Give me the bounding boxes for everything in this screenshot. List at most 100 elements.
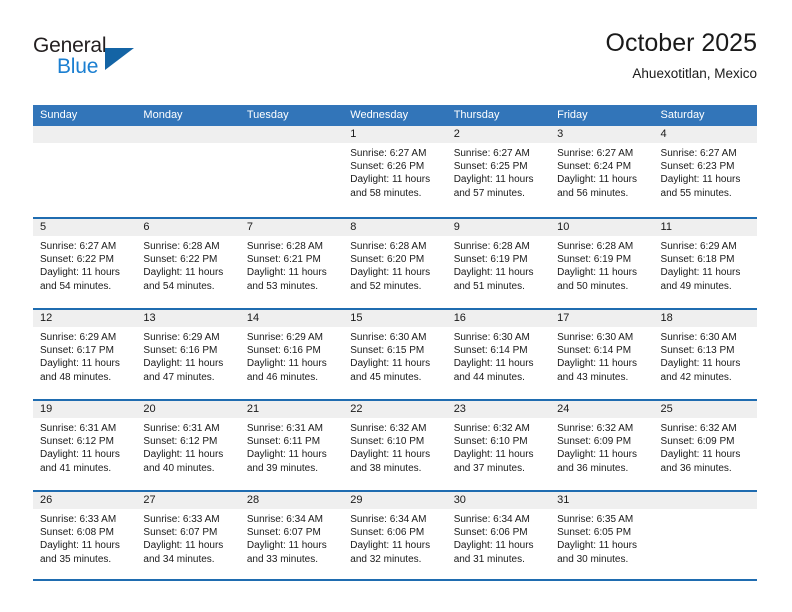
sunrise-text: Sunrise: 6:30 AM xyxy=(453,332,530,343)
calendar-day-cell[interactable]: 31 Sunrise: 6:35 AM Sunset: 6:05 PM Dayligh… xyxy=(550,492,654,579)
day-number: 22 xyxy=(343,401,447,418)
day-number xyxy=(653,492,757,509)
weekday-header-wednesday: Wednesday xyxy=(350,109,409,121)
calendar-day-cell[interactable]: 4 Sunrise: 6:27 AM Sunset: 6:23 PM Daylight… xyxy=(653,126,757,217)
day-details: Sunrise: 6:31 AM Sunset: 6:12 PM Daylight:… xyxy=(33,418,136,475)
sunset-text: Sunset: 6:09 PM xyxy=(660,436,735,448)
day-number: 3 xyxy=(550,126,654,143)
calendar-day-cell[interactable]: 24 Sunrise: 6:32 AM Sunset: 6:09 PM Dayligh… xyxy=(550,401,654,490)
daylight-text: Daylight: 11 hours and 49 minutes. xyxy=(660,267,741,292)
day-details: Sunrise: 6:29 AM Sunset: 6:16 PM Daylight:… xyxy=(136,327,239,384)
sunset-text: Sunset: 6:26 PM xyxy=(350,161,425,173)
day-number: 13 xyxy=(136,310,240,327)
daylight-text: Daylight: 11 hours and 54 minutes. xyxy=(40,267,120,292)
sunrise-text: Sunrise: 6:29 AM xyxy=(660,241,737,252)
calendar-day-cell[interactable]: 14 Sunrise: 6:29 AM Sunset: 6:16 PM Dayligh… xyxy=(239,310,344,399)
weekday-header-monday: Monday xyxy=(143,109,183,121)
calendar-day-cell[interactable]: 15 Sunrise: 6:30 AM Sunset: 6:15 PM Dayligh… xyxy=(343,310,447,399)
calendar-day-cell[interactable]: 6 Sunrise: 6:28 AM Sunset: 6:22 PM Daylight… xyxy=(136,219,240,308)
sunset-text: Sunset: 6:10 PM xyxy=(350,436,425,448)
daylight-text: Daylight: 11 hours and 47 minutes. xyxy=(143,358,224,383)
calendar-day-cell[interactable]: 20 Sunrise: 6:31 AM Sunset: 6:12 PM Dayligh… xyxy=(136,401,240,490)
day-details: Sunrise: 6:27 AM Sunset: 6:26 PM Daylight:… xyxy=(343,143,446,200)
day-number: 27 xyxy=(136,492,240,509)
calendar-day-cell[interactable]: 13 Sunrise: 6:29 AM Sunset: 6:16 PM Dayligh… xyxy=(136,310,240,399)
calendar-day-cell[interactable]: 8 Sunrise: 6:28 AM Sunset: 6:20 PM Daylight… xyxy=(343,219,447,308)
sunrise-text: Sunrise: 6:30 AM xyxy=(557,332,634,343)
daylight-text: Daylight: 11 hours and 42 minutes. xyxy=(660,358,741,383)
sunrise-text: Sunrise: 6:28 AM xyxy=(350,241,427,252)
calendar-day-cell[interactable]: 21 Sunrise: 6:31 AM Sunset: 6:11 PM Dayligh… xyxy=(239,401,344,490)
sunrise-text: Sunrise: 6:30 AM xyxy=(660,332,737,343)
calendar-day-cell[interactable]: 2 Sunrise: 6:27 AM Sunset: 6:25 PM Daylight… xyxy=(446,126,551,217)
day-details: Sunrise: 6:30 AM Sunset: 6:14 PM Daylight:… xyxy=(447,327,550,384)
sunset-text: Sunset: 6:14 PM xyxy=(453,345,528,357)
sunset-text: Sunset: 6:05 PM xyxy=(557,527,632,539)
day-details: Sunrise: 6:29 AM Sunset: 6:17 PM Daylight:… xyxy=(33,327,136,384)
sunrise-text: Sunrise: 6:29 AM xyxy=(40,332,117,343)
calendar-day-cell[interactable]: 27 Sunrise: 6:33 AM Sunset: 6:07 PM Dayligh… xyxy=(136,492,240,579)
day-details: Sunrise: 6:31 AM Sunset: 6:11 PM Daylight:… xyxy=(240,418,343,475)
calendar-week-row: 1 Sunrise: 6:27 AM Sunset: 6:26 PM Daylight… xyxy=(33,126,757,217)
sunrise-text: Sunrise: 6:33 AM xyxy=(143,514,220,525)
calendar-week-row: 26 Sunrise: 6:33 AM Sunset: 6:08 PM Dayligh… xyxy=(33,490,757,581)
weekday-header-tuesday: Tuesday xyxy=(246,109,289,121)
calendar-day-cell[interactable]: 26 Sunrise: 6:33 AM Sunset: 6:08 PM Dayligh… xyxy=(33,492,137,579)
day-details: Sunrise: 6:28 AM Sunset: 6:22 PM Daylight:… xyxy=(136,236,239,293)
day-number: 6 xyxy=(136,219,240,236)
sunrise-text: Sunrise: 6:29 AM xyxy=(246,332,323,343)
daylight-text: Daylight: 11 hours and 30 minutes. xyxy=(557,540,637,565)
sunset-text: Sunset: 6:10 PM xyxy=(453,436,528,448)
calendar-day-cell[interactable]: 10 Sunrise: 6:28 AM Sunset: 6:19 PM Dayligh… xyxy=(550,219,654,308)
sunrise-text: Sunrise: 6:27 AM xyxy=(350,148,427,159)
sunset-text: Sunset: 6:09 PM xyxy=(557,436,632,448)
calendar-day-cell[interactable]: 16 Sunrise: 6:30 AM Sunset: 6:14 PM Dayligh… xyxy=(446,310,551,399)
sunset-text: Sunset: 6:25 PM xyxy=(453,161,528,173)
day-details: Sunrise: 6:32 AM Sunset: 6:09 PM Daylight:… xyxy=(550,418,653,475)
calendar-weeks: 1 Sunrise: 6:27 AM Sunset: 6:26 PM Daylight… xyxy=(33,126,757,581)
daylight-text: Daylight: 11 hours and 55 minutes. xyxy=(660,174,741,199)
daylight-text: Daylight: 11 hours and 45 minutes. xyxy=(350,358,431,383)
sunset-text: Sunset: 6:12 PM xyxy=(40,436,114,448)
sunrise-text: Sunrise: 6:28 AM xyxy=(453,241,530,252)
day-number: 9 xyxy=(446,219,551,236)
day-number: 19 xyxy=(33,401,137,418)
day-number: 28 xyxy=(239,492,344,509)
calendar-day-cell[interactable]: 1 Sunrise: 6:27 AM Sunset: 6:26 PM Daylight… xyxy=(343,126,447,217)
calendar-week-row: 19 Sunrise: 6:31 AM Sunset: 6:12 PM Dayligh… xyxy=(33,399,757,490)
calendar-day-cell[interactable]: 18 Sunrise: 6:30 AM Sunset: 6:13 PM Dayligh… xyxy=(653,310,757,399)
day-details: Sunrise: 6:27 AM Sunset: 6:22 PM Daylight:… xyxy=(33,236,136,293)
sunrise-text: Sunrise: 6:32 AM xyxy=(453,423,530,434)
day-details: Sunrise: 6:28 AM Sunset: 6:19 PM Daylight:… xyxy=(447,236,550,293)
calendar-day-cell[interactable]: 5 Sunrise: 6:27 AM Sunset: 6:22 PM Daylight… xyxy=(33,219,137,308)
day-details: Sunrise: 6:32 AM Sunset: 6:10 PM Daylight:… xyxy=(447,418,550,475)
calendar-day-cell[interactable]: 28 Sunrise: 6:34 AM Sunset: 6:07 PM Dayligh… xyxy=(239,492,344,579)
calendar-day-cell[interactable]: 23 Sunrise: 6:32 AM Sunset: 6:10 PM Dayligh… xyxy=(446,401,551,490)
calendar-day-cell[interactable]: 30 Sunrise: 6:34 AM Sunset: 6:06 PM Dayligh… xyxy=(446,492,551,579)
calendar-day-cell[interactable]: 3 Sunrise: 6:27 AM Sunset: 6:24 PM Daylight… xyxy=(550,126,654,217)
calendar-day-cell[interactable]: 12 Sunrise: 6:29 AM Sunset: 6:17 PM Dayligh… xyxy=(33,310,137,399)
day-details: Sunrise: 6:33 AM Sunset: 6:07 PM Daylight:… xyxy=(136,509,239,566)
calendar-day-cell[interactable]: 11 Sunrise: 6:29 AM Sunset: 6:18 PM Dayligh… xyxy=(653,219,757,308)
sunset-text: Sunset: 6:22 PM xyxy=(40,254,114,266)
title-block: October 2025 Ahuexotitlan, Mexico xyxy=(606,28,758,84)
day-number: 10 xyxy=(550,219,654,236)
sunset-text: Sunset: 6:20 PM xyxy=(350,254,425,266)
calendar-day-cell[interactable]: 17 Sunrise: 6:30 AM Sunset: 6:14 PM Dayligh… xyxy=(550,310,654,399)
daylight-text: Daylight: 11 hours and 44 minutes. xyxy=(453,358,534,383)
calendar-day-cell[interactable]: 9 Sunrise: 6:28 AM Sunset: 6:19 PM Daylight… xyxy=(446,219,551,308)
sunset-text: Sunset: 6:16 PM xyxy=(246,345,321,357)
day-number: 23 xyxy=(446,401,551,418)
calendar-day-cell[interactable]: 22 Sunrise: 6:32 AM Sunset: 6:10 PM Dayligh… xyxy=(343,401,447,490)
sunrise-text: Sunrise: 6:29 AM xyxy=(143,332,220,343)
day-details: Sunrise: 6:32 AM Sunset: 6:09 PM Daylight:… xyxy=(654,418,757,475)
calendar-day-cell[interactable]: 7 Sunrise: 6:28 AM Sunset: 6:21 PM Daylight… xyxy=(239,219,344,308)
calendar-week-row: 5 Sunrise: 6:27 AM Sunset: 6:22 PM Daylight… xyxy=(33,217,757,308)
calendar-day-cell[interactable]: 29 Sunrise: 6:34 AM Sunset: 6:06 PM Dayligh… xyxy=(343,492,447,579)
sunset-text: Sunset: 6:07 PM xyxy=(246,527,321,539)
sunrise-text: Sunrise: 6:27 AM xyxy=(557,148,634,159)
sunset-text: Sunset: 6:15 PM xyxy=(350,345,425,357)
day-details: Sunrise: 6:28 AM Sunset: 6:20 PM Daylight:… xyxy=(343,236,446,293)
calendar-day-cell[interactable]: 25 Sunrise: 6:32 AM Sunset: 6:09 PM Dayligh… xyxy=(653,401,757,490)
calendar-day-cell[interactable]: 19 Sunrise: 6:31 AM Sunset: 6:12 PM Dayligh… xyxy=(33,401,137,490)
